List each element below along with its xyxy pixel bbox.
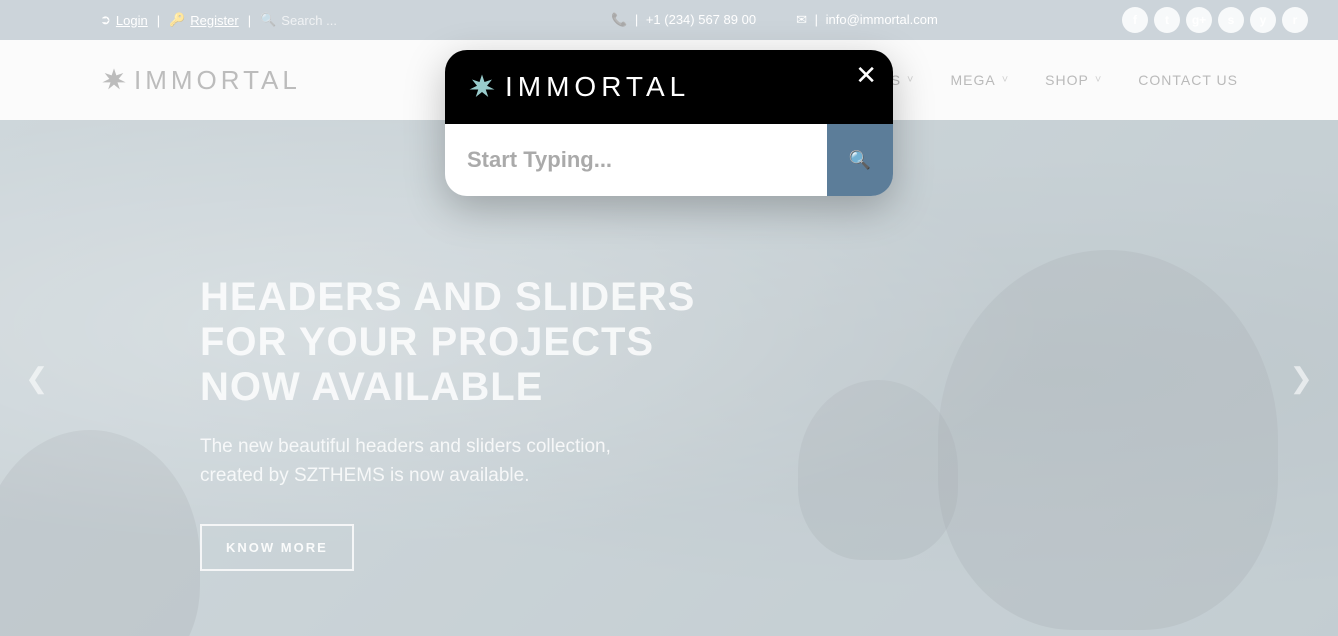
search-modal: IMMORTAL ✕ 🔍	[445, 50, 893, 196]
modal-logo: IMMORTAL	[467, 71, 690, 103]
search-input[interactable]	[445, 124, 827, 196]
leaf-icon	[467, 72, 497, 102]
close-icon[interactable]: ✕	[855, 60, 877, 91]
search-icon: 🔍	[849, 150, 871, 171]
search-button[interactable]: 🔍	[827, 124, 893, 196]
search-modal-header: IMMORTAL ✕	[445, 50, 893, 124]
search-modal-body: 🔍	[445, 124, 893, 196]
modal-logo-text: IMMORTAL	[505, 71, 690, 103]
